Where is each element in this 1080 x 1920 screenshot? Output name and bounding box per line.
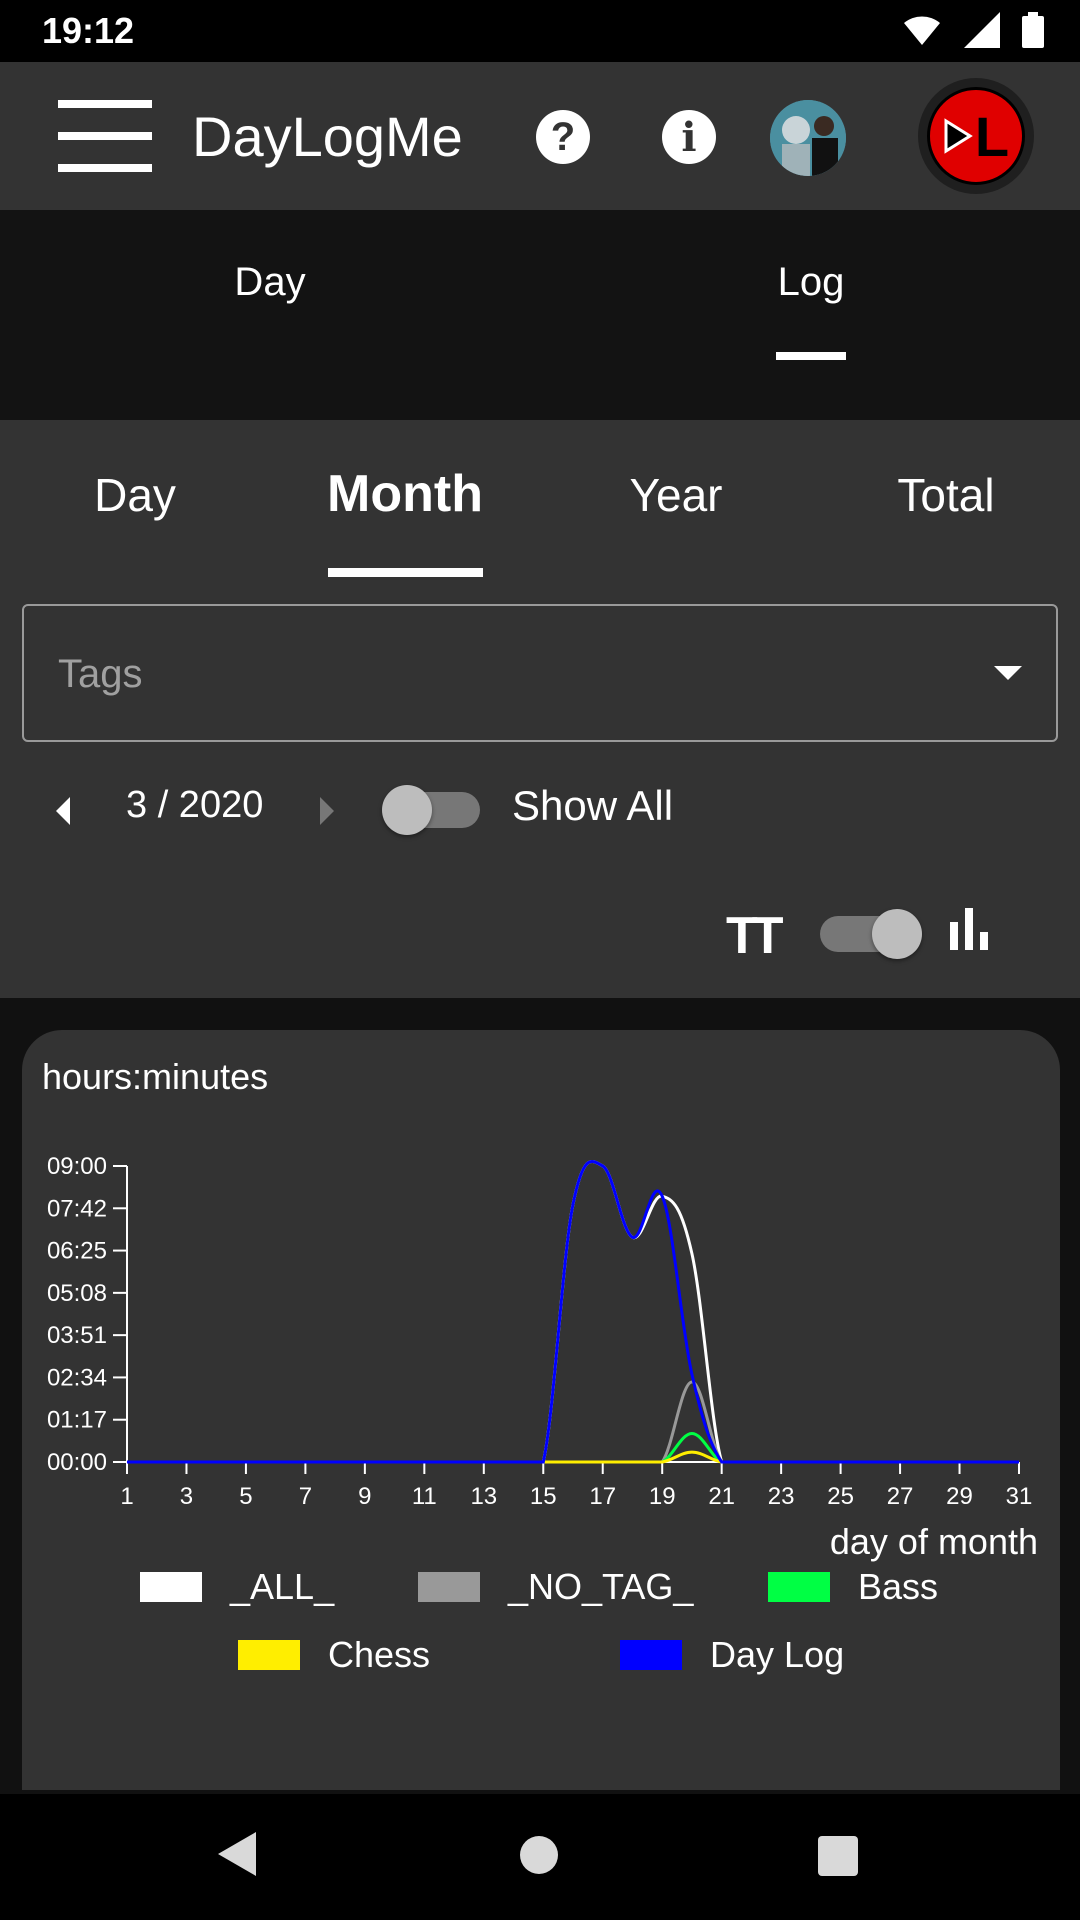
x-tick-label: 15	[530, 1483, 557, 1510]
y-tick-label: 06:25	[47, 1238, 107, 1265]
x-tick-label: 13	[470, 1483, 497, 1510]
legend-label: _ALL_	[230, 1566, 335, 1607]
subtab-indicator	[328, 568, 483, 577]
x-tick-label: 25	[827, 1483, 854, 1510]
y-tick-label: 03:51	[47, 1322, 107, 1349]
x-tick-label: 27	[887, 1483, 914, 1510]
subtab-day[interactable]: Day	[94, 468, 176, 522]
x-tick-label: 9	[358, 1483, 371, 1510]
x-tick-label: 7	[299, 1483, 312, 1510]
app-bar: DayLogMe ? i L	[0, 62, 1080, 210]
next-month-icon[interactable]	[320, 797, 334, 825]
cell-signal-icon	[964, 12, 1000, 48]
legend-swatch	[238, 1640, 300, 1670]
info-icon[interactable]: i	[662, 110, 716, 164]
y-tick-label: 05:08	[47, 1280, 107, 1307]
battery-icon	[1022, 12, 1044, 48]
x-tick-label: 5	[239, 1483, 252, 1510]
legend-item: Day Log	[620, 1634, 844, 1676]
y-tick-label: 02:34	[47, 1364, 107, 1391]
text-size-icon[interactable]: TT	[726, 906, 783, 966]
legend-item: Bass	[768, 1566, 938, 1608]
legend-swatch	[418, 1572, 480, 1602]
tab-day[interactable]: Day	[234, 260, 305, 305]
legend-item: Chess	[238, 1634, 430, 1676]
system-nav-bar	[0, 1794, 1080, 1920]
switch-knob	[872, 909, 922, 959]
x-tick-label: 17	[589, 1483, 616, 1510]
subtab-year[interactable]: Year	[630, 468, 723, 522]
y-tick-label: 01:17	[47, 1407, 107, 1434]
status-bar: 19:12	[0, 0, 1080, 62]
series-line-bass	[126, 1431, 1019, 1464]
series-line-no-tag	[126, 1380, 1019, 1464]
chart-card: hours:minutes 00:00 01:17 02:34 03:51 05:08 0…	[22, 1030, 1060, 1790]
home-icon[interactable]	[520, 1836, 558, 1874]
series-line-day-log	[126, 1159, 1019, 1464]
x-tick-label: 19	[649, 1483, 676, 1510]
user-avatar[interactable]	[770, 100, 846, 176]
y-tick-label: 07:42	[47, 1195, 107, 1222]
legend-label: Chess	[328, 1634, 431, 1675]
x-tick-label: 3	[180, 1483, 193, 1510]
chart-mode-switch[interactable]	[820, 909, 922, 959]
subtab-month[interactable]: Month	[327, 464, 483, 524]
status-icons	[902, 12, 1044, 48]
legend-item: _NO_TAG_	[418, 1566, 693, 1608]
subtab-total[interactable]: Total	[897, 468, 994, 522]
prev-month-icon[interactable]	[56, 797, 70, 825]
logo-letter: L	[974, 104, 1010, 168]
show-all-label: Show All	[512, 782, 674, 829]
x-tick-label: 11	[412, 1483, 437, 1510]
legend-swatch	[620, 1640, 682, 1670]
legend-swatch	[140, 1572, 202, 1602]
menu-icon[interactable]	[58, 100, 152, 172]
show-all-switch[interactable]	[382, 785, 480, 835]
main-tabs: Day Log	[0, 210, 1080, 420]
tab-log[interactable]: Log	[778, 260, 845, 305]
app-logo[interactable]: L	[918, 78, 1034, 194]
legend-label: Day Log	[710, 1634, 845, 1675]
x-tick-label: 21	[708, 1483, 735, 1510]
legend-label: Bass	[858, 1566, 939, 1607]
x-tick-label: 29	[946, 1483, 973, 1510]
status-time: 19:12	[42, 10, 135, 51]
chevron-down-icon	[994, 666, 1022, 680]
app-title: DayLogMe	[192, 105, 463, 168]
switch-knob	[382, 785, 432, 835]
y-tick-label: 09:00	[47, 1153, 107, 1180]
tab-indicator	[776, 352, 846, 360]
x-tick-label: 23	[768, 1483, 795, 1510]
x-axis-title: day of month	[830, 1521, 1038, 1562]
wifi-icon	[904, 16, 940, 45]
logo-icon: L	[927, 87, 1025, 185]
bar-chart-icon[interactable]	[950, 908, 992, 950]
recent-apps-icon[interactable]	[818, 1836, 858, 1876]
legend-label: _NO_TAG_	[508, 1566, 694, 1607]
month-value: 3 / 2020	[126, 784, 264, 826]
back-icon[interactable]	[218, 1832, 256, 1876]
x-tick-label: 1	[120, 1483, 133, 1510]
log-controls: Day Month Year Total Tags 3 / 2020 Show …	[0, 420, 1080, 998]
y-axis-title: hours:minutes	[42, 1056, 269, 1097]
legend-item: _ALL_	[140, 1566, 334, 1608]
tags-placeholder: Tags	[58, 652, 143, 696]
help-icon[interactable]: ?	[536, 110, 590, 164]
line-chart: 00:00 01:17 02:34 03:51 05:08 06:25 07:42 09:00…	[47, 1153, 1038, 1562]
tags-dropdown[interactable]: Tags	[22, 604, 1058, 742]
x-tick-label: 31	[1006, 1483, 1033, 1510]
y-tick-label: 00:00	[47, 1449, 107, 1476]
legend-swatch	[768, 1572, 830, 1602]
